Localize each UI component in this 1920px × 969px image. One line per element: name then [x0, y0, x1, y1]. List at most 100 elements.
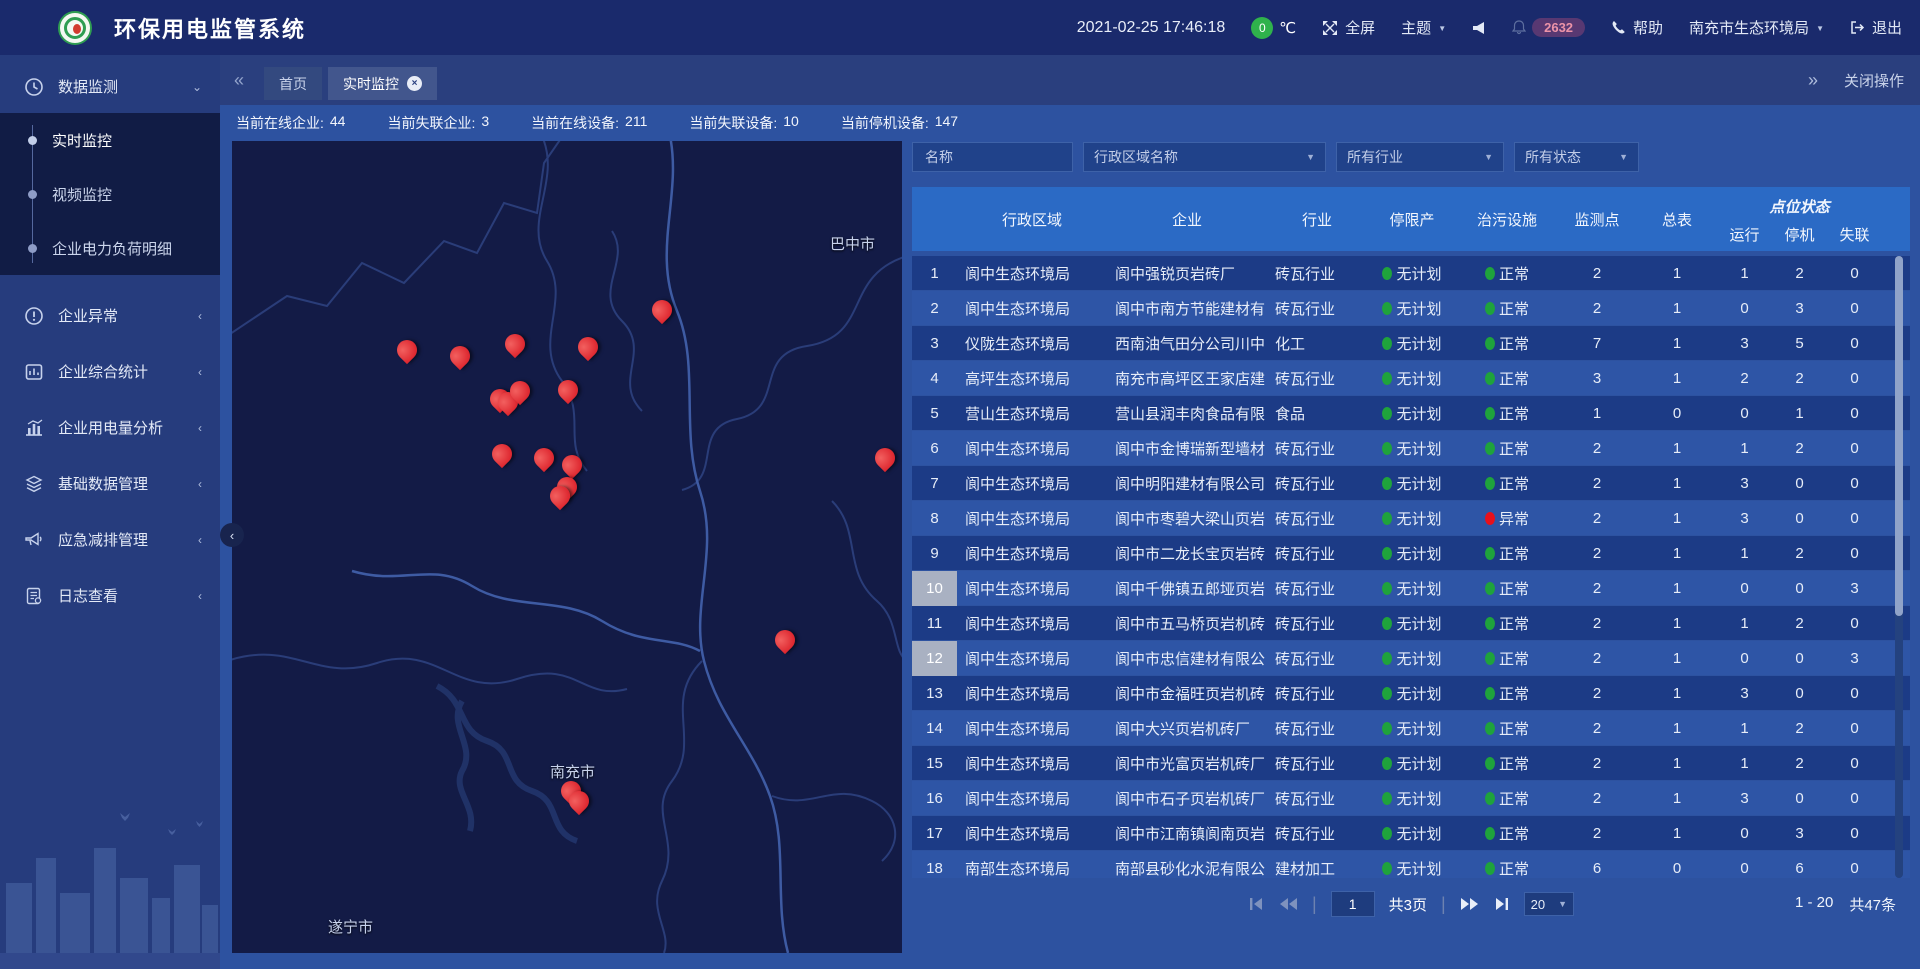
row-offline-count-text: 0 [1850, 615, 1858, 632]
map-collapse-toggle[interactable]: ‹ [220, 523, 244, 547]
status-dot-icon [1485, 372, 1495, 385]
table-row[interactable]: 4高坪生态环境局南充市高坪区王家店建砖瓦行业无计划正常31220 [912, 361, 1910, 396]
close-operations[interactable]: » 关闭操作 [1808, 55, 1904, 105]
table-row[interactable]: 3仪陇生态环境局西南油气田分公司川中化工无计划正常71350 [912, 326, 1910, 361]
row-stopped-count: 0 [1772, 641, 1827, 676]
table-row[interactable]: 5营山生态环境局营山县润丰肉食品有限食品无计划正常10010 [912, 396, 1910, 431]
row-monitor-count-text: 2 [1593, 650, 1601, 667]
tab-realtime-monitor[interactable]: 实时监控 × [328, 67, 437, 100]
next-page-button[interactable] [1460, 897, 1480, 911]
row-total-meter-text: 1 [1673, 475, 1681, 492]
table-row[interactable]: 18南部生态环境局南部县砂化水泥有限公建材加工无计划正常60060 [912, 851, 1910, 878]
logout-button[interactable]: 退出 [1850, 17, 1902, 38]
sidebar-submenu: 实时监控 视频监控 企业电力负荷明细 [0, 113, 220, 275]
table-row[interactable]: 14阆中生态环境局阆中大兴页岩机砖厂砖瓦行业无计划正常21120 [912, 711, 1910, 746]
row-treatment-status-text: 正常 [1499, 543, 1529, 564]
row-stopped-count: 2 [1772, 536, 1827, 571]
theme-dropdown[interactable]: 主题 ▼ [1401, 17, 1446, 38]
org-dropdown[interactable]: 南充市生态环境局 ▼ [1689, 17, 1824, 38]
row-company: 阆中市枣碧大梁山页岩 [1107, 501, 1267, 536]
map-panel[interactable]: ‹ [232, 141, 902, 953]
table-row[interactable]: 6阆中生态环境局阆中市金博瑞新型墙材砖瓦行业无计划正常21120 [912, 431, 1910, 466]
page-size-select[interactable]: 20 ▼ [1524, 892, 1574, 916]
page-number-input[interactable] [1331, 891, 1375, 917]
tab-scroll-left-icon[interactable]: « [234, 68, 244, 92]
row-company: 阆中大兴页岩机砖厂 [1107, 711, 1267, 746]
table-row[interactable]: 7阆中生态环境局阆中明阳建材有限公司砖瓦行业无计划正常21300 [912, 466, 1910, 501]
table-scrollbar-thumb[interactable] [1895, 256, 1903, 616]
row-offline-count-text: 3 [1850, 650, 1858, 667]
status-select[interactable]: 所有状态 ▼ [1514, 142, 1639, 172]
notification-area[interactable]: 2632 [1512, 18, 1585, 37]
name-search-input[interactable] [923, 148, 1062, 166]
row-total-meter: 1 [1637, 711, 1717, 746]
row-index: 6 [912, 431, 957, 466]
row-monitor-count: 2 [1557, 606, 1637, 641]
row-monitor-count: 2 [1557, 466, 1637, 501]
row-limit-status-text: 无计划 [1396, 858, 1441, 878]
table-row[interactable]: 15阆中生态环境局阆中市光富页岩机砖厂砖瓦行业无计划正常21120 [912, 746, 1910, 781]
row-stopped-count: 3 [1772, 816, 1827, 851]
sidebar-item-base-data[interactable]: 基础数据管理 ‹ [0, 457, 220, 510]
chevron-left-icon: ‹ [230, 528, 234, 543]
fullscreen-button[interactable]: 全屏 [1322, 17, 1375, 38]
mute-button[interactable] [1472, 21, 1486, 35]
table-row[interactable]: 10阆中生态环境局阆中千佛镇五郎垭页岩砖瓦行业无计划正常21003 [912, 571, 1910, 606]
row-treatment-status-text: 正常 [1499, 823, 1529, 844]
table-row[interactable]: 13阆中生态环境局阆中市金福旺页岩机砖砖瓦行业无计划正常21300 [912, 676, 1910, 711]
table-row[interactable]: 16阆中生态环境局阆中市石子页岩机砖厂砖瓦行业无计划正常21300 [912, 781, 1910, 816]
sidebar-item-emergency-reduction[interactable]: 应急减排管理 ‹ [0, 513, 220, 566]
row-treatment-status-text: 正常 [1499, 683, 1529, 704]
row-region-text: 阆中生态环境局 [965, 508, 1070, 529]
sidebar-item-enterprise-stats[interactable]: 企业综合统计 ‹ [0, 345, 220, 398]
region-select[interactable]: 行政区域名称 ▼ [1083, 142, 1326, 172]
sidebar-subitem-label: 实时监控 [52, 130, 112, 151]
row-industry: 化工 [1267, 326, 1367, 361]
table-body: 1阆中生态环境局阆中强锐页岩砖厂砖瓦行业无计划正常211202阆中生态环境局阆中… [912, 256, 1910, 878]
row-region: 阆中生态环境局 [957, 536, 1107, 571]
sidebar-item-enterprise-abnormal[interactable]: 企业异常 ‹ [0, 289, 220, 342]
content: 当前在线企业:44 当前失联企业:3 当前在线设备:211 当前失联设备:10 … [220, 105, 1920, 969]
table-row[interactable]: 12阆中生态环境局阆中市忠信建材有限公砖瓦行业无计划正常21003 [912, 641, 1910, 676]
row-running-count: 3 [1717, 781, 1772, 816]
sidebar-item-realtime-monitor[interactable]: 实时监控 [0, 113, 220, 167]
first-page-button[interactable] [1248, 897, 1264, 911]
sidebar-item-power-analysis[interactable]: 企业用电量分析 ‹ [0, 401, 220, 454]
help-button[interactable]: 帮助 [1611, 17, 1663, 38]
tab-home[interactable]: 首页 [264, 67, 322, 100]
row-region: 南部生态环境局 [957, 851, 1107, 878]
row-limit-status: 无计划 [1367, 291, 1457, 326]
table-row[interactable]: 2阆中生态环境局阆中市南方节能建材有砖瓦行业无计划正常21030 [912, 291, 1910, 326]
map-canvas[interactable]: 巴中市南充市遂宁市 [232, 141, 902, 953]
row-offline-count-text: 0 [1850, 335, 1858, 352]
last-page-button[interactable] [1494, 897, 1510, 911]
status-dot-icon [1485, 827, 1495, 840]
tab-scroll-right-icon[interactable]: » [1808, 70, 1818, 91]
sidebar-item-video-monitor[interactable]: 视频监控 [0, 167, 220, 221]
status-dot-icon [1382, 407, 1392, 420]
table-row[interactable]: 17阆中生态环境局阆中市江南镇阆南页岩砖瓦行业无计划正常21030 [912, 816, 1910, 851]
table-scrollbar[interactable] [1895, 256, 1903, 878]
prev-page-button[interactable] [1278, 897, 1298, 911]
row-company-text: 阆中市二龙长宝页岩砖 [1115, 543, 1265, 564]
row-total-meter: 1 [1637, 571, 1717, 606]
industry-select[interactable]: 所有行业 ▼ [1336, 142, 1504, 172]
table-row[interactable]: 11阆中生态环境局阆中市五马桥页岩机砖砖瓦行业无计划正常21120 [912, 606, 1910, 641]
row-region-text: 阆中生态环境局 [965, 613, 1070, 634]
row-limit-status-text: 无计划 [1396, 438, 1441, 459]
row-running-count-text: 0 [1740, 300, 1748, 317]
row-company: 阆中市二龙长宝页岩砖 [1107, 536, 1267, 571]
sidebar-item-log-view[interactable]: 日志查看 ‹ [0, 569, 220, 622]
table-row[interactable]: 8阆中生态环境局阆中市枣碧大梁山页岩砖瓦行业无计划异常21300 [912, 501, 1910, 536]
row-treatment-status: 正常 [1457, 326, 1557, 361]
row-region: 阆中生态环境局 [957, 501, 1107, 536]
row-limit-status: 无计划 [1367, 851, 1457, 878]
row-total-meter-text: 1 [1673, 650, 1681, 667]
sidebar-item-power-load-detail[interactable]: 企业电力负荷明细 [0, 221, 220, 275]
tab-close-icon[interactable]: × [407, 76, 422, 91]
sidebar-item-data-monitor[interactable]: 数据监测 ⌄ [0, 60, 220, 113]
row-monitor-count: 2 [1557, 641, 1637, 676]
table-row[interactable]: 9阆中生态环境局阆中市二龙长宝页岩砖砖瓦行业无计划正常21120 [912, 536, 1910, 571]
table-row[interactable]: 1阆中生态环境局阆中强锐页岩砖厂砖瓦行业无计划正常21120 [912, 256, 1910, 291]
row-treatment-status: 正常 [1457, 466, 1557, 501]
